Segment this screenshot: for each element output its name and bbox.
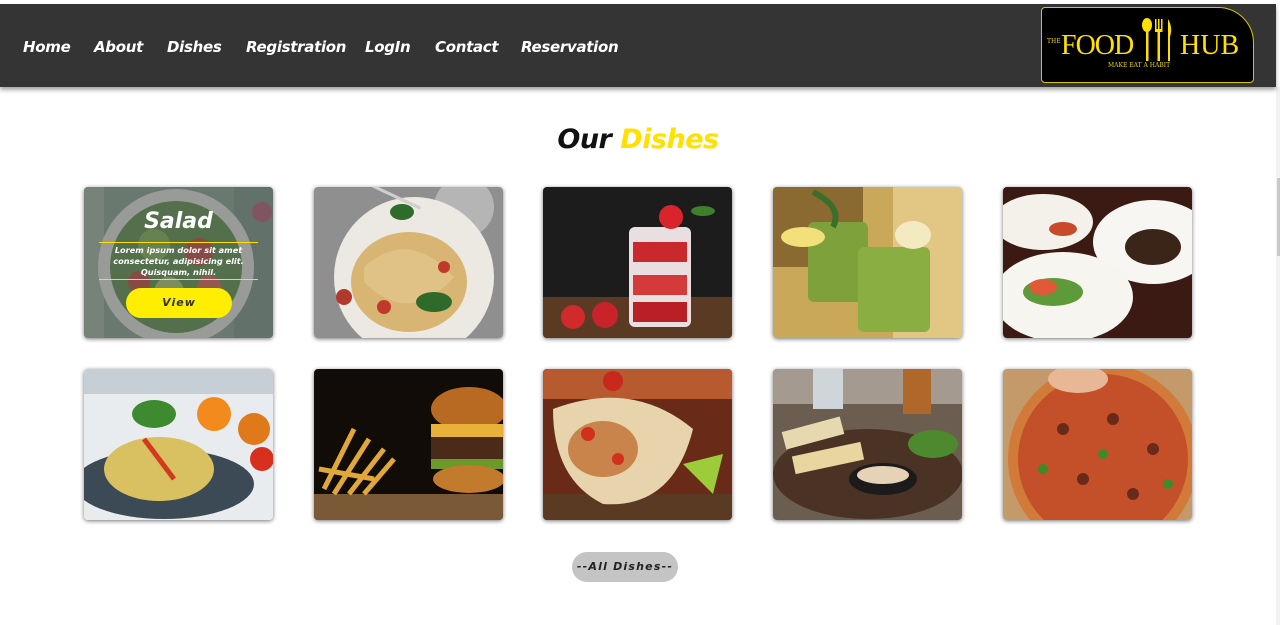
dish-card-salad[interactable]: Salad Lorem ipsum dolor sit amet consect… bbox=[84, 187, 273, 338]
top-navbar: Home About Dishes Registration LogIn Con… bbox=[0, 4, 1276, 87]
all-dishes-button[interactable]: --All Dishes-- bbox=[572, 552, 678, 582]
dish-card-pizza[interactable] bbox=[1003, 369, 1192, 520]
matcha-image bbox=[773, 187, 962, 338]
dish-card-burrito[interactable] bbox=[543, 369, 732, 520]
dish-card-strawberry-parfait[interactable] bbox=[543, 187, 732, 338]
nav-home[interactable]: Home bbox=[23, 38, 71, 56]
nav-dishes[interactable]: Dishes bbox=[167, 38, 222, 56]
dish-card-burger-fries[interactable] bbox=[314, 369, 503, 520]
logo-tagline: MAKE EAT A HABIT bbox=[1108, 62, 1171, 69]
logo-word-hub: HUB bbox=[1180, 30, 1240, 61]
section-title-accent: Dishes bbox=[620, 124, 719, 155]
divider-line bbox=[99, 279, 258, 280]
section-title: Our Dishes bbox=[0, 124, 1276, 155]
nav-reservation[interactable]: Reservation bbox=[521, 38, 619, 56]
dish-card-noodle-plate[interactable] bbox=[84, 369, 273, 520]
fine-dining-image bbox=[1003, 187, 1192, 338]
dish-card-sandwich-platter[interactable] bbox=[773, 369, 962, 520]
spaghetti-image bbox=[314, 187, 503, 338]
divider-line bbox=[99, 242, 258, 243]
dish-card-fine-dining[interactable] bbox=[1003, 187, 1192, 338]
dish-overlay-title: Salad bbox=[144, 209, 213, 234]
parfait-image bbox=[543, 187, 732, 338]
burrito-image bbox=[543, 369, 732, 520]
dish-hover-overlay: Salad Lorem ipsum dolor sit amet consect… bbox=[84, 187, 273, 338]
sandwich-platter-image bbox=[773, 369, 962, 520]
nav-registration[interactable]: Registration bbox=[246, 38, 346, 56]
view-dish-button[interactable]: View bbox=[126, 288, 232, 318]
nav-login[interactable]: LogIn bbox=[365, 38, 411, 56]
dish-card-matcha-dessert[interactable] bbox=[773, 187, 962, 338]
nav-contact[interactable]: Contact bbox=[435, 38, 499, 56]
pizza-image bbox=[1003, 369, 1192, 520]
food-hub-logo[interactable]: THE FOOD HUB MAKE EAT A HABIT bbox=[1041, 7, 1254, 83]
nav-about[interactable]: About bbox=[94, 38, 143, 56]
cutlery-icon bbox=[1142, 18, 1172, 61]
logo-word-food: FOOD bbox=[1061, 30, 1134, 61]
noodle-plate-image bbox=[84, 369, 273, 520]
section-title-main: Our bbox=[557, 124, 612, 155]
burger-fries-image bbox=[314, 369, 503, 520]
logo-prefix: THE bbox=[1047, 38, 1061, 45]
dish-card-spaghetti[interactable] bbox=[314, 187, 503, 338]
scrollbar-track[interactable] bbox=[1276, 87, 1280, 625]
dish-overlay-text: Lorem ipsum dolor sit amet consectetur, … bbox=[113, 245, 244, 277]
